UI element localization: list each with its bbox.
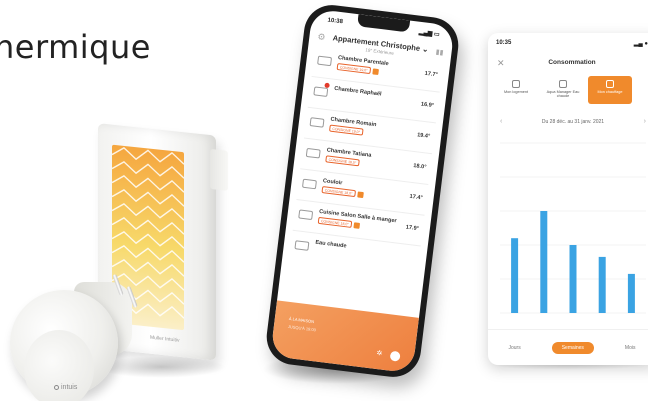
setpoint-badge: CONSIGNE 19,0° [329,124,364,136]
eco-icon [357,190,364,198]
chart-bar[interactable] [511,238,519,313]
radiator-brand-label: Muller Intuitiv [150,334,180,344]
presence-footer[interactable]: À LA MAISON JUSQU'À 19:00 ✲ [270,300,419,374]
bed-icon [317,55,333,67]
tab-aqua-manager[interactable]: Aqua Manager Eau chaude [541,76,585,104]
consumption-status-bar: 10:35 ▂▄ ● [488,33,648,47]
consumption-header: ✕ Consommation [488,58,648,69]
phone-device: 10:38 ▂▄▆ ▭ ⚙ Appartement Christophe ⌄ 1… [263,1,462,381]
stats-icon[interactable]: ▮▮ [435,48,444,57]
presence-until: JUSQU'À 19:00 [287,323,317,333]
radiator-icon [606,80,614,88]
setpoint-badge: CONSIGNE 18,0° [317,216,353,228]
eco-icon [372,67,379,75]
tab-mon-logement[interactable]: Mon logement [494,76,538,104]
consumption-time: 10:35 [496,40,512,46]
page-heading: hermique [0,28,151,66]
settings-icon[interactable]: ✲ [376,349,383,358]
chart-bar[interactable] [627,273,635,313]
date-range: Du 28 déc. au 31 janv. 2021 [541,118,605,125]
date-range-selector: ‹ Du 28 déc. au 31 janv. 2021 › [500,118,646,125]
gear-icon[interactable]: ⚙ [317,31,326,43]
hallway-icon [301,178,317,190]
tab-label: Mon chauffage [597,90,623,94]
plug-body: intuis [10,290,118,401]
radiator-side-bracket [210,148,228,191]
setpoint-badge: CONSIGNE 18,0° [325,155,360,167]
chevron-down-icon: ⌄ [421,44,429,54]
consumption-screen: 10:35 ▂▄ ● ✕ Consommation Mon logement A… [488,33,648,365]
period-selector: Jours Semaines Mois [488,329,648,365]
plug-brand: intuis [61,384,78,391]
bed-icon [305,147,321,159]
plug-logo-icon [54,384,59,390]
smart-plug-image: intuis [4,268,138,401]
phone-time: 10:38 [327,17,344,26]
sofa-icon [298,209,314,221]
consumption-chart [500,142,646,314]
period-button-days[interactable]: Jours [498,342,530,354]
chevron-left-icon[interactable]: ‹ [500,118,502,125]
period-button-months[interactable]: Mois [615,342,646,354]
setpoint-badge: CONSIGNE 19,0° [336,62,372,75]
tab-label: Mon logement [503,90,529,94]
bed-icon [313,86,329,97]
chart-bar[interactable] [540,211,548,313]
room-temp: 16.9° [420,101,435,110]
chevron-right-icon[interactable]: › [644,118,646,125]
consumption-tabs: Mon logement Aqua Manager Eau chaude Mon… [494,76,648,104]
water-heater-icon [559,80,567,88]
close-icon[interactable]: ✕ [497,58,505,69]
chart-bar[interactable] [569,245,577,313]
home-button-icon[interactable] [389,350,401,362]
plug-logo: intuis [54,384,77,391]
consumption-title: Consommation [548,59,596,66]
phone-screen: 10:38 ▂▄▆ ▭ ⚙ Appartement Christophe ⌄ 1… [270,8,455,374]
water-heater-icon [294,240,310,251]
chart-bar[interactable] [598,256,606,313]
house-icon [512,80,520,88]
bed-icon [309,117,325,128]
presence-mode: À LA MAISON [288,316,315,325]
tab-mon-chauffage[interactable]: Mon chauffage [588,76,632,104]
eco-icon [353,221,361,229]
alert-badge-icon [324,82,330,89]
period-button-weeks[interactable]: Semaines [551,341,594,354]
signal-battery-icon: ▂▄▆ ▭ [418,29,440,39]
setpoint-badge: CONSIGNE 18,0° [321,186,356,198]
tab-label: Aqua Manager Eau chaude [546,90,580,99]
signal-battery-icon: ▂▄ ● [633,41,648,47]
